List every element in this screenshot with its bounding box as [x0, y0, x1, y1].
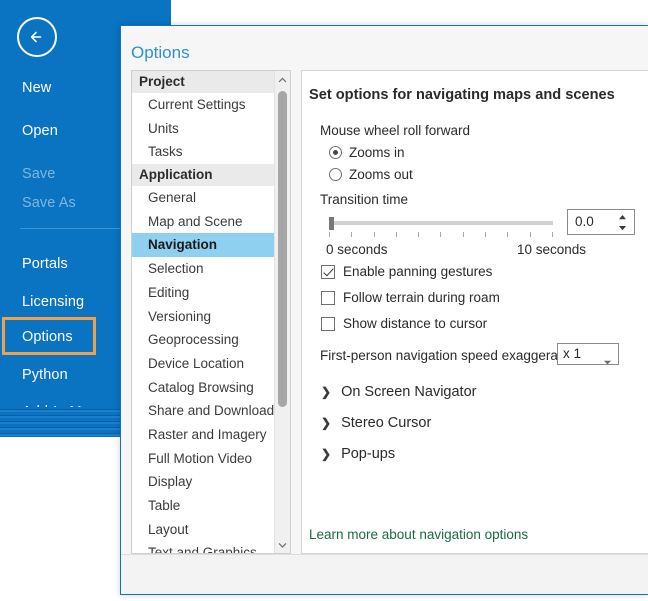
checkbox-show-distance-to-cursor[interactable]: Show distance to cursor [321, 316, 487, 331]
backstage-item-options[interactable]: Options [22, 329, 73, 345]
category-group-application: Application [132, 164, 275, 187]
checkbox-indicator-unchecked [321, 316, 335, 331]
category-item-device-location[interactable]: Device Location [132, 352, 275, 376]
backstage-item-new[interactable]: New [22, 80, 51, 96]
expander-stereo-cursor-label: Stereo Cursor [341, 415, 432, 431]
category-item-versioning[interactable]: Versioning [132, 305, 275, 329]
speed-exaggeration-label: First-person navigation speed exaggerati… [320, 348, 580, 363]
chevron-right-icon: ❯ [321, 447, 332, 461]
radio-zooms-in[interactable]: Zooms in [329, 145, 405, 160]
expander-on-screen-navigator[interactable]: ❯ On Screen Navigator [321, 384, 476, 400]
expander-pop-ups[interactable]: ❯ Pop-ups [321, 446, 395, 462]
dialog-footer [121, 554, 648, 594]
chevron-right-icon: ❯ [321, 385, 332, 399]
category-group-project: Project [132, 71, 275, 93]
backstage-item-open[interactable]: Open [22, 123, 58, 139]
backstage-item-python[interactable]: Python [22, 367, 68, 383]
slider-min-label: 0 seconds [326, 242, 388, 257]
category-item-layout[interactable]: Layout [132, 518, 275, 542]
category-item-navigation[interactable]: Navigation [132, 233, 275, 258]
spinner-up-icon[interactable] [615, 211, 629, 222]
category-item-editing[interactable]: Editing [132, 281, 275, 305]
category-item-general[interactable]: General [132, 186, 275, 210]
radio-zooms-in-label: Zooms in [349, 145, 405, 160]
category-item-catalog-browsing[interactable]: Catalog Browsing [132, 376, 275, 400]
chevron-right-icon: ❯ [321, 416, 332, 430]
speed-exaggeration-value: x 1 [563, 346, 582, 361]
backstage-item-save-as: Save As [22, 195, 76, 211]
checkbox-enable-panning-gestures[interactable]: Enable panning gestures [321, 264, 492, 279]
category-list: Project Current Settings Units Tasks App… [132, 71, 275, 553]
spinner-down-icon[interactable] [615, 222, 629, 233]
category-item-map-and-scene[interactable]: Map and Scene [132, 210, 275, 234]
category-item-share-and-download[interactable]: Share and Download [132, 399, 275, 423]
radio-zooms-out[interactable]: Zooms out [329, 167, 413, 182]
checkbox-follow-terrain-during-roam-label: Follow terrain during roam [343, 290, 500, 305]
category-item-full-motion-video[interactable]: Full Motion Video [132, 447, 275, 471]
transition-time-spinner[interactable]: 0.0 [567, 209, 635, 235]
radio-indicator-selected [329, 146, 342, 159]
category-item-tasks[interactable]: Tasks [132, 140, 275, 164]
expander-stereo-cursor[interactable]: ❯ Stereo Cursor [321, 415, 431, 431]
options-content-pane: Set options for navigating maps and scen… [301, 70, 648, 554]
checkbox-indicator-unchecked [321, 290, 335, 305]
slider-thumb[interactable] [329, 217, 334, 230]
expander-on-screen-navigator-label: On Screen Navigator [341, 384, 477, 400]
back-arrow-icon[interactable] [17, 17, 57, 57]
options-dialog: Options Project Current Settings Units T… [120, 25, 648, 595]
slider-tick-marks [329, 232, 553, 238]
radio-indicator-unselected [329, 168, 342, 181]
transition-time-label: Transition time [320, 192, 409, 207]
category-item-display[interactable]: Display [132, 470, 275, 494]
category-scrollbar[interactable] [274, 71, 290, 553]
category-item-table[interactable]: Table [132, 494, 275, 518]
chevron-up-icon[interactable] [275, 71, 290, 88]
checkbox-indicator-checked [321, 264, 335, 279]
checkbox-show-distance-to-cursor-label: Show distance to cursor [343, 316, 488, 331]
slider-track [329, 221, 553, 225]
chevron-down-icon[interactable] [275, 536, 290, 553]
scrollbar-thumb[interactable] [278, 91, 287, 407]
category-item-text-and-graphics[interactable]: Text and Graphics [132, 541, 275, 553]
checkbox-follow-terrain-during-roam[interactable]: Follow terrain during roam [321, 290, 500, 305]
category-item-units[interactable]: Units [132, 117, 275, 141]
mouse-wheel-label: Mouse wheel roll forward [320, 123, 471, 138]
category-item-raster-and-imagery[interactable]: Raster and Imagery [132, 423, 275, 447]
category-list-panel: Project Current Settings Units Tasks App… [131, 70, 291, 554]
backstage-item-licensing[interactable]: Licensing [22, 294, 84, 310]
transition-time-slider[interactable] [329, 217, 553, 243]
dialog-title: Options [131, 43, 190, 62]
radio-zooms-out-label: Zooms out [349, 167, 413, 182]
category-item-selection[interactable]: Selection [132, 257, 275, 281]
learn-more-link[interactable]: Learn more about navigation options [309, 527, 528, 542]
category-item-current-settings[interactable]: Current Settings [132, 93, 275, 117]
category-item-geoprocessing[interactable]: Geoprocessing [132, 328, 275, 352]
dropdown-caret-icon[interactable] [603, 352, 612, 370]
checkbox-enable-panning-gestures-label: Enable panning gestures [343, 264, 493, 279]
expander-pop-ups-label: Pop-ups [341, 446, 396, 462]
slider-max-label: 10 seconds [517, 242, 587, 257]
backstage-item-save: Save [22, 166, 56, 182]
backstage-item-portals[interactable]: Portals [22, 256, 68, 272]
page-title: Set options for navigating maps and scen… [309, 87, 615, 103]
speed-exaggeration-dropdown[interactable]: x 1 [557, 343, 619, 365]
spinner-value: 0.0 [575, 214, 594, 229]
